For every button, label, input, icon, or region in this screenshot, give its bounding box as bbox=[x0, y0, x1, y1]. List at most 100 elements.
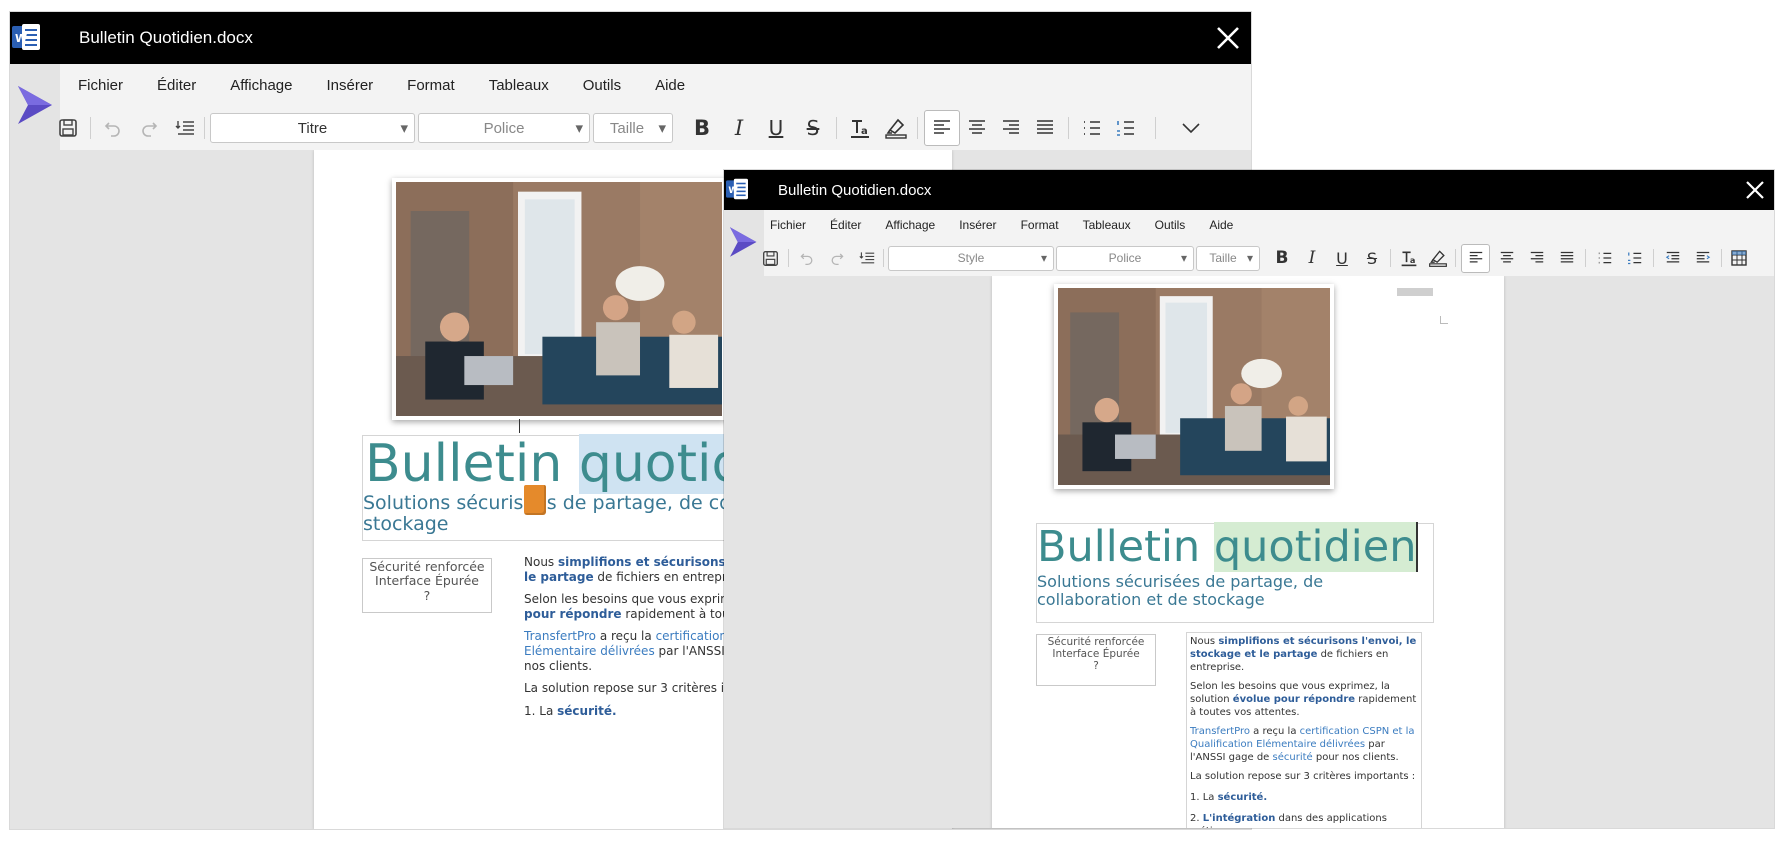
paragraph-spacing-button[interactable] bbox=[855, 246, 879, 270]
toolbar-separator bbox=[1390, 249, 1391, 267]
chevron-down-icon bbox=[1182, 123, 1200, 134]
strikethrough-button[interactable]: S bbox=[1360, 246, 1384, 270]
save-button[interactable] bbox=[758, 246, 782, 270]
menu-inserer[interactable]: Insérer bbox=[326, 77, 373, 94]
insert-table-button[interactable] bbox=[1727, 246, 1751, 270]
menu-outils[interactable]: Outils bbox=[1155, 218, 1186, 232]
align-center-icon bbox=[1500, 251, 1513, 263]
menu-format[interactable]: Format bbox=[1021, 218, 1059, 232]
menu-tableaux[interactable]: Tableaux bbox=[1083, 218, 1131, 232]
toolbar-separator bbox=[788, 249, 789, 267]
front-document-area[interactable]: Bulletin quotidien Solutions sécurisées … bbox=[724, 276, 1774, 828]
align-left-button[interactable] bbox=[1461, 243, 1490, 273]
menu-editer[interactable]: Éditer bbox=[830, 218, 861, 232]
menu-tableaux[interactable]: Tableaux bbox=[489, 77, 549, 94]
text-color-button[interactable]: a bbox=[1397, 246, 1421, 270]
close-icon bbox=[1746, 181, 1764, 199]
undo-button[interactable] bbox=[795, 246, 819, 270]
align-center-button[interactable] bbox=[1493, 245, 1520, 272]
redo-icon bbox=[142, 122, 158, 137]
text-cursor bbox=[519, 419, 520, 433]
more-options-button[interactable] bbox=[1176, 113, 1206, 143]
decrease-indent-button[interactable] bbox=[1659, 245, 1686, 272]
close-icon bbox=[1217, 27, 1239, 49]
menu-fichier[interactable]: Fichier bbox=[78, 77, 123, 94]
paragraph-spacing-button[interactable] bbox=[171, 114, 199, 142]
menu-format[interactable]: Format bbox=[407, 77, 455, 94]
underline-button[interactable]: U bbox=[761, 113, 791, 143]
title-block[interactable]: Bulletin quotidien Solutions sécurisées … bbox=[1036, 522, 1434, 623]
align-right-icon bbox=[1530, 251, 1543, 263]
italic-button[interactable]: I bbox=[724, 113, 754, 143]
feature-unknown: ? bbox=[423, 587, 431, 603]
justify-button[interactable] bbox=[1028, 111, 1062, 145]
justify-button[interactable] bbox=[1553, 245, 1580, 272]
bullet-list-button[interactable] bbox=[1075, 111, 1109, 145]
text-color-icon: a bbox=[1401, 251, 1417, 267]
highlighter-icon bbox=[1429, 250, 1447, 267]
body-text[interactable]: Nous simplifions et sécurisons l'envoi, … bbox=[1186, 632, 1422, 828]
redo-button[interactable] bbox=[135, 114, 163, 142]
text-color-button[interactable]: a bbox=[845, 113, 875, 143]
bold-button[interactable]: B bbox=[687, 113, 717, 143]
feature-security: Sécurité renforcée bbox=[1047, 636, 1145, 648]
svg-text:a: a bbox=[861, 126, 868, 137]
menu-inserer[interactable]: Insérer bbox=[959, 218, 996, 232]
toolbar-separator bbox=[90, 117, 91, 139]
style-select[interactable]: Titre ▾ bbox=[210, 113, 415, 143]
numbered-list-button[interactable] bbox=[1109, 111, 1143, 145]
menu-outils[interactable]: Outils bbox=[583, 77, 621, 94]
feature-interface: Interface Épurée bbox=[375, 573, 479, 589]
back-toolbar: Titre ▾ Police ▾ Taille ▾ B I U S a bbox=[59, 106, 1251, 150]
menu-editer[interactable]: Éditer bbox=[157, 77, 196, 94]
save-button[interactable] bbox=[54, 114, 82, 142]
outdent-icon bbox=[1665, 251, 1679, 263]
style-select-value: Style bbox=[957, 251, 985, 265]
italic-button[interactable]: I bbox=[1300, 246, 1324, 270]
numbered-list-button[interactable] bbox=[1621, 245, 1648, 272]
toolbar-separator bbox=[1068, 117, 1069, 139]
menu-aide[interactable]: Aide bbox=[1209, 218, 1233, 232]
size-select[interactable]: Taille ▾ bbox=[1196, 245, 1260, 271]
text-color-icon: a bbox=[851, 120, 869, 138]
size-select[interactable]: Taille ▾ bbox=[593, 113, 673, 143]
svg-text:W: W bbox=[728, 186, 738, 196]
close-window-button[interactable] bbox=[1215, 25, 1241, 51]
menu-affichage[interactable]: Affichage bbox=[885, 218, 935, 232]
font-select[interactable]: Police ▾ bbox=[1056, 245, 1194, 271]
indent-icon bbox=[1696, 251, 1710, 263]
align-right-icon bbox=[1003, 120, 1019, 134]
bullet-list-icon bbox=[1084, 121, 1100, 135]
redo-button[interactable] bbox=[825, 246, 849, 270]
close-window-button[interactable] bbox=[1744, 179, 1766, 201]
align-left-button[interactable] bbox=[924, 110, 960, 146]
highlight-button[interactable] bbox=[1426, 246, 1450, 270]
highlight-button[interactable] bbox=[881, 113, 911, 143]
margin-corner-marker bbox=[1440, 323, 1448, 324]
line-spacing-icon bbox=[859, 252, 875, 264]
back-title-bar: W Bulletin Quotidien.docx bbox=[10, 12, 1251, 64]
back-menu-bar: Fichier Éditer Affichage Insérer Format … bbox=[60, 64, 1251, 106]
menu-aide[interactable]: Aide bbox=[655, 77, 685, 94]
toolbar-separator bbox=[1721, 249, 1722, 267]
underline-button[interactable]: U bbox=[1330, 246, 1354, 270]
undo-icon bbox=[800, 253, 813, 266]
style-select[interactable]: Style ▾ bbox=[888, 245, 1054, 271]
menu-affichage[interactable]: Affichage bbox=[230, 77, 292, 94]
bold-button[interactable]: B bbox=[1270, 246, 1294, 270]
office-team-photo bbox=[1054, 284, 1334, 489]
undo-button[interactable] bbox=[99, 114, 127, 142]
menu-fichier[interactable]: Fichier bbox=[770, 218, 806, 232]
front-document-page[interactable]: Bulletin quotidien Solutions sécurisées … bbox=[992, 276, 1504, 828]
font-select[interactable]: Police ▾ bbox=[418, 113, 590, 143]
align-center-button[interactable] bbox=[960, 111, 994, 145]
window-title: Bulletin Quotidien.docx bbox=[79, 28, 253, 47]
strikethrough-button[interactable]: S bbox=[798, 113, 828, 143]
bullet-list-button[interactable] bbox=[1591, 245, 1618, 272]
align-right-button[interactable] bbox=[1523, 245, 1550, 272]
numbered-list-icon bbox=[1627, 252, 1641, 265]
drag-handle[interactable] bbox=[524, 485, 546, 515]
increase-indent-button[interactable] bbox=[1689, 245, 1716, 272]
toolbar-separator bbox=[1585, 249, 1586, 267]
align-right-button[interactable] bbox=[994, 111, 1028, 145]
